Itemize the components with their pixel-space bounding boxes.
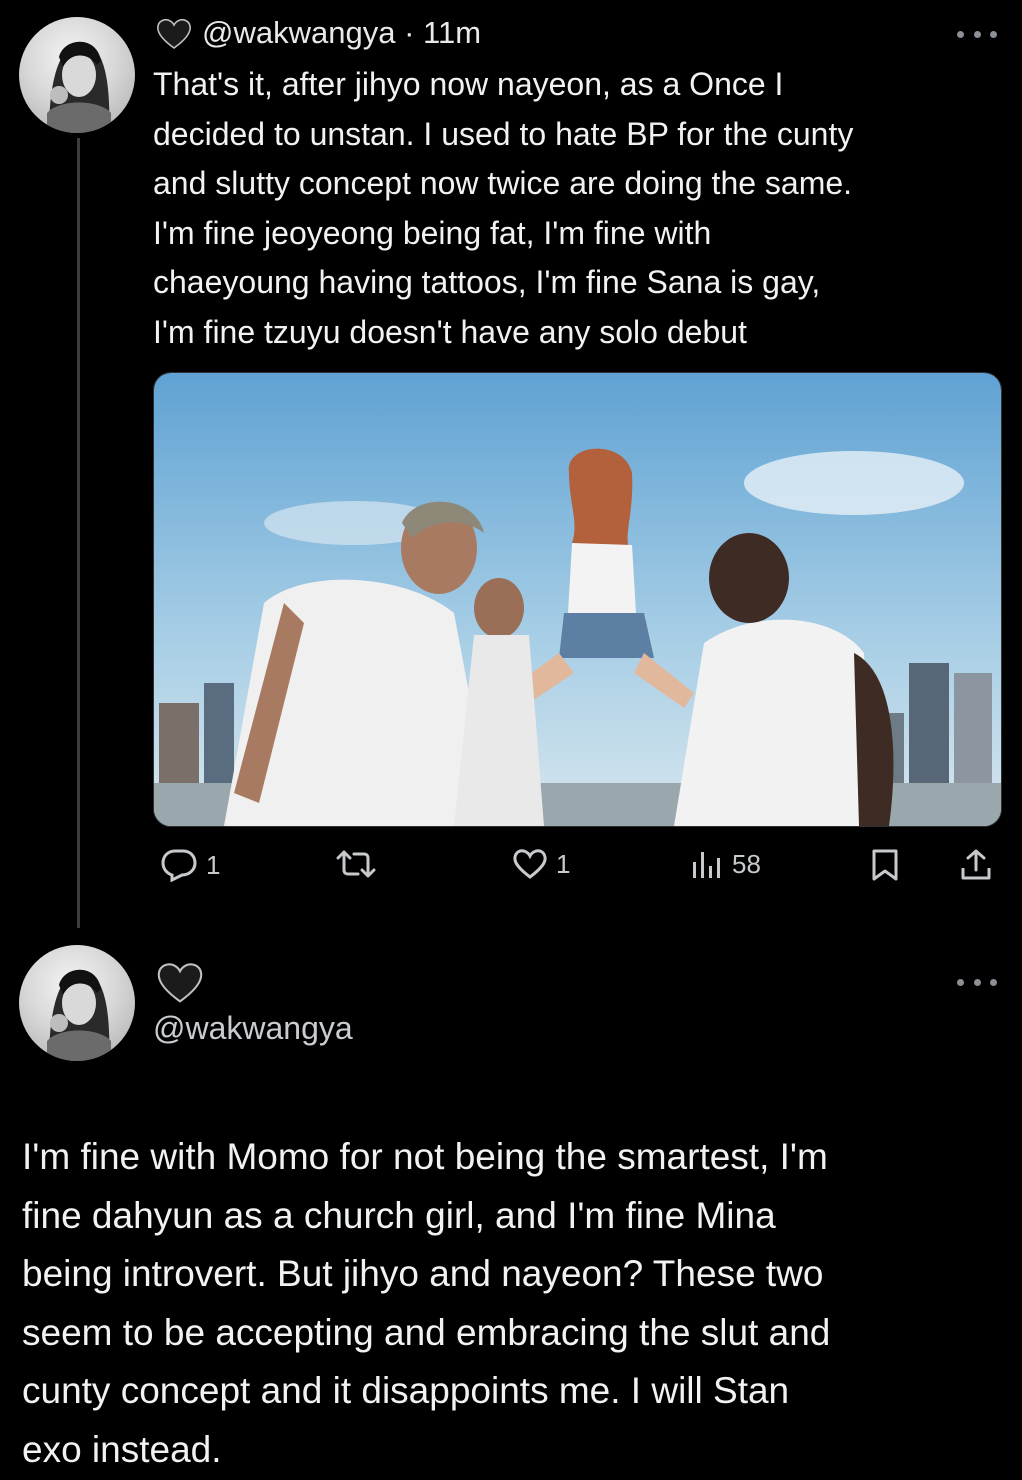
avatar[interactable] [19, 945, 135, 1061]
share-icon [961, 849, 991, 880]
avatar[interactable] [19, 17, 135, 133]
tweet-meta: @wakwangya · 11m [202, 15, 481, 51]
reply-button[interactable]: 1 [160, 848, 220, 882]
views-icon [693, 852, 720, 878]
tweet-text: That's it, after jihyo now nayeon, as a … [153, 66, 854, 350]
like-button[interactable]: 1 [512, 848, 570, 880]
views-button[interactable]: 58 [690, 848, 761, 880]
tweet-text: I'm fine with Momo for not being the sma… [22, 1136, 831, 1470]
thread-line [77, 138, 80, 928]
repost-icon [336, 850, 376, 878]
views-count: 58 [732, 848, 761, 879]
bookmark-button[interactable] [870, 848, 900, 882]
black-heart-icon [156, 18, 192, 50]
reply-count: 1 [206, 849, 221, 880]
username-handle[interactable]: @wakwangya [153, 1010, 353, 1047]
repost-button[interactable] [336, 848, 384, 880]
share-button[interactable] [960, 848, 992, 882]
bookmark-icon [872, 849, 898, 881]
black-heart-icon [156, 962, 204, 1004]
tweet-media-image[interactable] [153, 372, 1002, 827]
like-icon [513, 849, 547, 879]
reply-icon [161, 849, 197, 882]
more-icon[interactable] [957, 975, 997, 989]
timestamp[interactable]: · 11m [404, 15, 481, 50]
more-icon[interactable] [957, 27, 997, 41]
like-count: 1 [556, 848, 571, 879]
username-handle[interactable]: @wakwangya [202, 15, 395, 50]
